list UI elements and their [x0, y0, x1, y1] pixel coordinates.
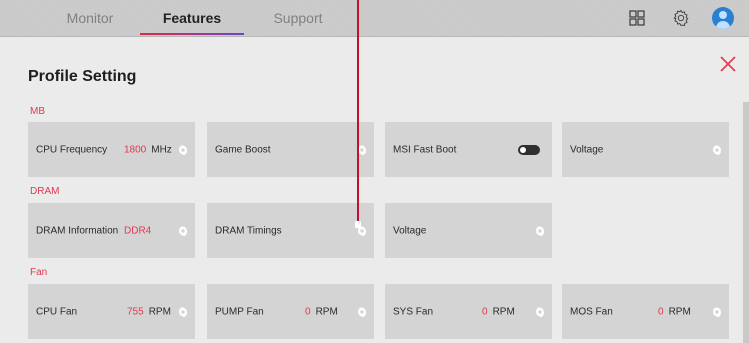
value-number: 1800: [124, 144, 147, 155]
section-label-dram: DRAM: [30, 186, 60, 197]
value-unit: RPM: [315, 306, 338, 317]
gear-icon[interactable]: [177, 144, 189, 156]
toggle-knob: [520, 146, 526, 153]
value-unit: MHz: [151, 144, 172, 155]
value-number: 0: [482, 306, 488, 317]
card-cpu-frequency[interactable]: CPU Frequency 1800 MHz: [28, 122, 195, 177]
card-game-boost[interactable]: Game Boost: [207, 122, 374, 177]
card-label: DRAM Information: [36, 225, 119, 236]
tab-support[interactable]: Support: [246, 0, 350, 36]
card-label: MOS Fan: [570, 306, 613, 317]
section-label-mb: MB: [30, 106, 45, 117]
cpu-fan-value: 755 RPM: [127, 306, 171, 317]
card-dram-timings[interactable]: DRAM Timings: [207, 203, 374, 258]
top-nav-bar: Monitor Features Support: [0, 0, 749, 37]
value-number: 755: [127, 306, 144, 317]
card-dram-information[interactable]: DRAM Information DDR4: [28, 203, 195, 258]
tab-monitor-label: Monitor: [66, 10, 114, 26]
gear-icon[interactable]: [177, 225, 189, 237]
gear-icon[interactable]: [534, 225, 546, 237]
card-label: Voltage: [570, 144, 604, 155]
value-unit: RPM: [668, 306, 691, 317]
card-label: SYS Fan: [393, 306, 434, 317]
gear-icon[interactable]: [711, 306, 723, 318]
annotation-line-end: [355, 221, 361, 228]
annotation-line: [357, 0, 359, 228]
tab-active-indicator: [140, 33, 244, 35]
value-number: 0: [305, 306, 311, 317]
user-avatar[interactable]: [712, 7, 734, 29]
value-unit: RPM: [492, 306, 515, 317]
pump-fan-value: 0 RPM: [305, 306, 338, 317]
mos-fan-value: 0 RPM: [658, 306, 691, 317]
gear-icon[interactable]: [534, 306, 546, 318]
value-number: DDR4: [124, 225, 152, 236]
card-pump-fan[interactable]: PUMP Fan 0 RPM: [207, 284, 374, 339]
card-mos-fan[interactable]: MOS Fan 0 RPM: [562, 284, 729, 339]
grid-icon[interactable]: [626, 7, 648, 29]
sys-fan-value: 0 RPM: [482, 306, 515, 317]
gear-icon[interactable]: [670, 7, 692, 29]
card-cpu-fan[interactable]: CPU Fan 755 RPM: [28, 284, 195, 339]
avatar-shoulders: [716, 21, 730, 29]
card-label: Game Boost: [215, 144, 271, 155]
gear-icon[interactable]: [356, 306, 368, 318]
card-label: Voltage: [393, 225, 427, 236]
card-voltage-dram[interactable]: Voltage: [385, 203, 552, 258]
gear-icon[interactable]: [711, 144, 723, 156]
card-label: DRAM Timings: [215, 225, 282, 236]
card-voltage-mb[interactable]: Voltage: [562, 122, 729, 177]
cpu-frequency-value: 1800 MHz: [124, 144, 172, 155]
fast-boot-toggle[interactable]: [518, 144, 540, 155]
card-label: CPU Fan: [36, 306, 78, 317]
card-msi-fast-boot[interactable]: MSI Fast Boot: [385, 122, 552, 177]
avatar-head: [719, 11, 727, 19]
section-label-fan: Fan: [30, 267, 48, 278]
tab-support-label: Support: [273, 10, 323, 26]
card-label: MSI Fast Boot: [393, 144, 457, 155]
gear-icon[interactable]: [177, 306, 189, 318]
value-number: 0: [658, 306, 664, 317]
tab-features-label: Features: [162, 10, 222, 26]
tab-monitor[interactable]: Monitor: [38, 0, 142, 36]
value-unit: RPM: [148, 306, 171, 317]
card-label: CPU Frequency: [36, 144, 108, 155]
scrollbar[interactable]: [743, 102, 749, 343]
dram-type-value: DDR4: [124, 225, 151, 236]
close-icon[interactable]: [718, 54, 738, 74]
page-title: Profile Setting: [28, 68, 137, 85]
card-label: PUMP Fan: [215, 306, 264, 317]
tab-features[interactable]: Features: [140, 0, 244, 36]
card-sys-fan[interactable]: SYS Fan 0 RPM: [385, 284, 552, 339]
